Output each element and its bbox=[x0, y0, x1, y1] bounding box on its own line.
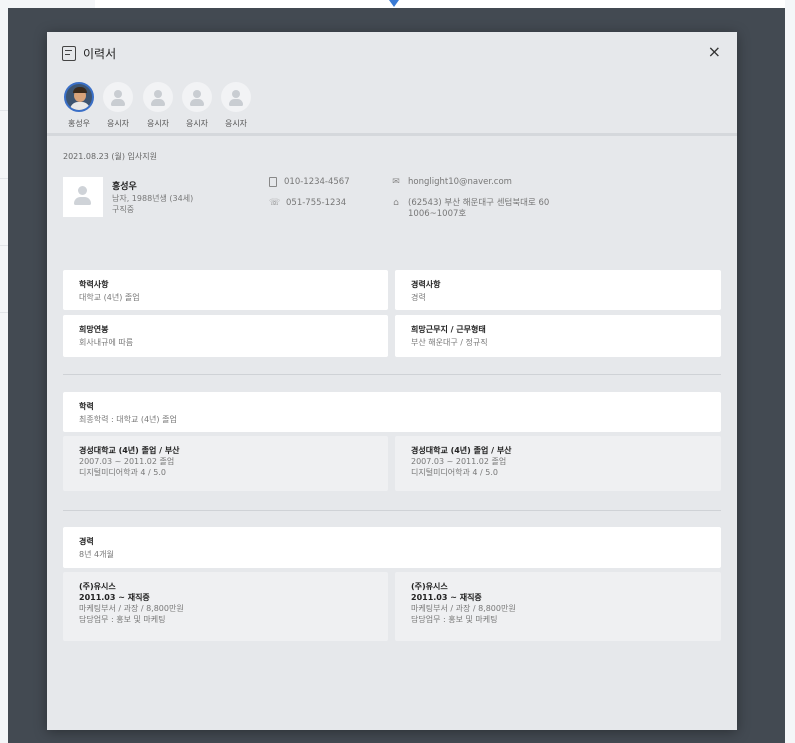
modal-header: 이력서 × bbox=[47, 32, 737, 74]
career-position: 마케팅부서 / 과장 / 8,800만원 bbox=[411, 604, 516, 613]
mail-icon: ✉ bbox=[392, 177, 400, 187]
home-icon: ⌂ bbox=[393, 198, 399, 208]
career-duty: 담당업무 : 홍보 및 마케팅 bbox=[411, 615, 498, 624]
profile-status: 구직중 bbox=[112, 205, 135, 214]
school-name: 경성대학교 (4년) 졸업 / 부산 bbox=[411, 446, 512, 455]
profile-photo-placeholder-icon bbox=[63, 177, 103, 217]
career-period: 2011.03 ~ 재직중 bbox=[79, 593, 150, 602]
background-scroll-area bbox=[785, 0, 795, 743]
summary-workplace-card: 희망근무지 / 근무형태 부산 해운대구 / 정규직 bbox=[395, 315, 721, 357]
card-value: 대학교 (4년) 졸업 bbox=[79, 293, 140, 302]
card-title: 희망근무지 / 근무형태 bbox=[411, 325, 486, 334]
address-text: (62543) 부산 해운대구 센텀북대로 60 1006~1007호 bbox=[408, 198, 549, 220]
career-period: 2011.03 ~ 재직중 bbox=[411, 593, 482, 602]
address-line-2: 1006~1007호 bbox=[408, 209, 467, 219]
education-item: 경성대학교 (4년) 졸업 / 부산 2007.03 ~ 2011.02 졸업 … bbox=[63, 436, 388, 491]
section-title: 학력 bbox=[79, 402, 94, 411]
section-divider bbox=[63, 510, 721, 511]
applicant-name: 응시자 bbox=[224, 119, 248, 128]
avatar-placeholder-icon bbox=[103, 82, 133, 112]
school-major: 디지털미디어학과 4 / 5.0 bbox=[411, 468, 499, 477]
company-name: (주)유시스 bbox=[79, 582, 116, 591]
applicant-name: 응시자 bbox=[185, 119, 209, 128]
profile-name: 홍성우 bbox=[112, 182, 137, 192]
background-caret-icon bbox=[389, 0, 399, 7]
application-date: 2021.08.23 (월) 입사지원 bbox=[63, 152, 157, 161]
education-section-header: 학력 최종학력 : 대학교 (4년) 졸업 bbox=[63, 392, 721, 432]
career-item: (주)유시스 2011.03 ~ 재직중 마케팅부서 / 과장 / 8,800만… bbox=[395, 572, 721, 641]
card-value: 경력 bbox=[411, 293, 426, 302]
card-title: 경력사항 bbox=[411, 280, 441, 289]
company-name: (주)유시스 bbox=[411, 582, 448, 591]
school-major: 디지털미디어학과 4 / 5.0 bbox=[79, 468, 167, 477]
card-value: 부산 해운대구 / 정규직 bbox=[411, 338, 488, 347]
applicant-name: 응시자 bbox=[106, 119, 130, 128]
applicant-item[interactable]: 응시자 bbox=[102, 82, 134, 129]
summary-salary-card: 희망연봉 회사내규에 따름 bbox=[63, 315, 388, 357]
mobile-contact: 010-1234-4567 bbox=[269, 177, 350, 187]
card-title: 희망연봉 bbox=[79, 325, 109, 334]
summary-education-card: 학력사항 대학교 (4년) 졸업 bbox=[63, 270, 388, 310]
email-contact: ✉ honglight10@naver.com bbox=[391, 177, 512, 187]
close-button[interactable]: × bbox=[708, 44, 721, 60]
applicant-item[interactable]: 응시자 bbox=[220, 82, 252, 129]
phone-icon: ☏ bbox=[269, 198, 281, 208]
education-item: 경성대학교 (4년) 졸업 / 부산 2007.03 ~ 2011.02 졸업 … bbox=[395, 436, 721, 491]
career-duty: 담당업무 : 홍보 및 마케팅 bbox=[79, 615, 166, 624]
applicant-name: 홍성우 bbox=[67, 119, 91, 128]
phone-contact: ☏ 051-755-1234 bbox=[269, 198, 346, 208]
section-subtitle: 최종학력 : 대학교 (4년) 졸업 bbox=[79, 415, 177, 424]
document-icon bbox=[62, 45, 76, 61]
career-position: 마케팅부서 / 과장 / 8,800만원 bbox=[79, 604, 184, 613]
summary-career-card: 경력사항 경력 bbox=[395, 270, 721, 310]
mobile-icon bbox=[269, 177, 277, 187]
applicant-name: 응시자 bbox=[146, 119, 170, 128]
email-address: honglight10@naver.com bbox=[408, 177, 512, 187]
address-line-1: (62543) 부산 해운대구 센텀북대로 60 bbox=[408, 198, 550, 208]
profile-info: 남자, 1988년생 (34세) 구직중 bbox=[112, 193, 193, 215]
section-title: 경력 bbox=[79, 537, 94, 546]
career-section-header: 경력 8년 4개월 bbox=[63, 527, 721, 568]
school-name: 경성대학교 (4년) 졸업 / 부산 bbox=[79, 446, 180, 455]
address-contact: ⌂ (62543) 부산 해운대구 센텀북대로 60 1006~1007호 bbox=[391, 198, 549, 220]
section-subtitle: 8년 4개월 bbox=[79, 550, 114, 559]
applicant-item[interactable]: 응시자 bbox=[181, 82, 213, 129]
avatar-placeholder-icon bbox=[143, 82, 173, 112]
profile-gender-age: 남자, 1988년생 (34세) bbox=[112, 194, 194, 203]
resume-modal: 이력서 × 홍성우 응시자 응시자 응시자 응시자 2021.08.23 (월)… bbox=[47, 32, 737, 730]
school-period: 2007.03 ~ 2011.02 졸업 bbox=[79, 457, 175, 466]
career-item: (주)유시스 2011.03 ~ 재직중 마케팅부서 / 과장 / 8,800만… bbox=[63, 572, 388, 641]
modal-title: 이력서 bbox=[83, 46, 117, 61]
applicant-list: 홍성우 응시자 응시자 응시자 응시자 bbox=[47, 74, 737, 136]
phone-number: 051-755-1234 bbox=[286, 198, 347, 208]
background-header bbox=[95, 0, 785, 8]
avatar bbox=[64, 82, 94, 112]
card-value: 회사내규에 따름 bbox=[79, 338, 134, 347]
avatar-placeholder-icon bbox=[182, 82, 212, 112]
applicant-item[interactable]: 홍성우 bbox=[63, 82, 95, 129]
applicant-item[interactable]: 응시자 bbox=[142, 82, 174, 129]
avatar-placeholder-icon bbox=[221, 82, 251, 112]
school-period: 2007.03 ~ 2011.02 졸업 bbox=[411, 457, 507, 466]
section-divider bbox=[63, 374, 721, 375]
card-title: 학력사항 bbox=[79, 280, 109, 289]
mobile-number: 010-1234-4567 bbox=[284, 177, 350, 187]
